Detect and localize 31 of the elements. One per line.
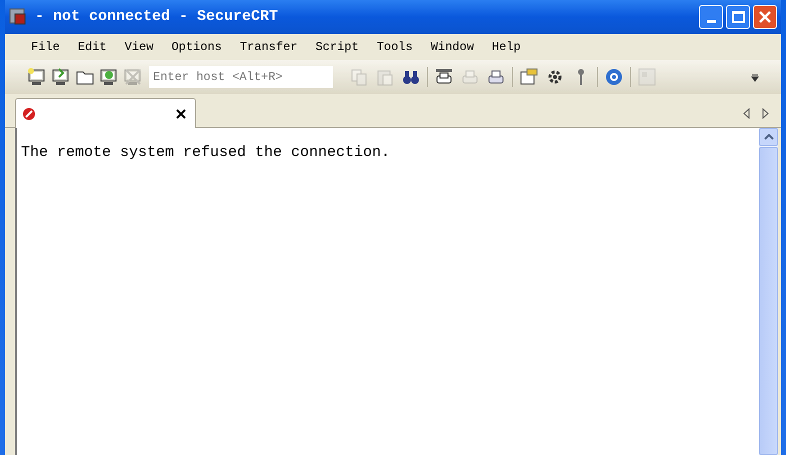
host-input-field[interactable]: Enter host <Alt+R>	[149, 66, 333, 88]
scroll-right-icon[interactable]	[762, 108, 769, 119]
window-icon[interactable]	[519, 67, 539, 87]
window-title: - not connected - SecureCRT	[35, 6, 278, 27]
menu-item[interactable]: Help	[492, 38, 521, 56]
menu-item[interactable]: Edit	[78, 38, 107, 56]
menu-item[interactable]: Tools	[376, 38, 413, 56]
scroll-left-icon[interactable]	[743, 108, 750, 119]
caret-up-icon	[764, 134, 774, 140]
close-icon[interactable]	[176, 108, 186, 118]
close-icon	[759, 11, 771, 23]
menu-item[interactable]: Window	[430, 38, 474, 56]
computer-icon[interactable]	[51, 67, 71, 87]
menu-item[interactable]: View	[124, 38, 154, 56]
close-button[interactable]	[753, 5, 777, 29]
minimize-icon	[706, 20, 716, 23]
computer-icon[interactable]	[99, 67, 119, 87]
app-icon	[9, 8, 27, 26]
maximize-icon	[732, 11, 744, 23]
maximize-button[interactable]	[726, 5, 750, 29]
computer-icon[interactable]	[27, 67, 47, 87]
toolbar-overflow-icon[interactable]	[751, 72, 759, 82]
terminal-line: The remote system refused the connection.	[21, 143, 392, 163]
menu-item[interactable]: File	[31, 38, 60, 56]
minimize-button[interactable]	[699, 5, 723, 29]
scroll-up-button[interactable]	[759, 128, 778, 146]
help-icon[interactable]	[604, 67, 624, 87]
menu-item[interactable]: Script	[315, 38, 359, 56]
menu-item[interactable]: Transfer	[240, 38, 298, 56]
session-tab[interactable]	[15, 98, 196, 128]
menu-item[interactable]: Options	[171, 38, 222, 56]
